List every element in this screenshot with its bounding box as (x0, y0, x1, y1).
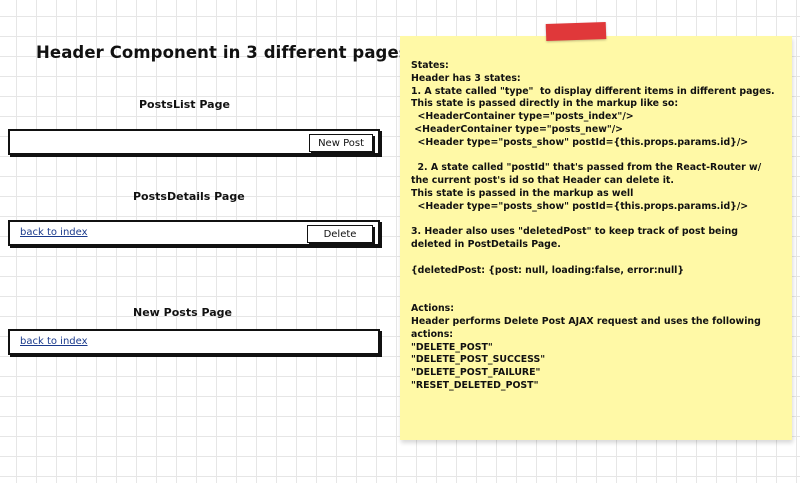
note-line: This state is passed directly in the mar… (411, 98, 679, 110)
sticky-note: States: Header has 3 states: 1. A state ca… (400, 36, 792, 440)
note-line: 1. A state called "type" to display diff… (411, 85, 775, 97)
note-line: "DELETE_POST_SUCCESS" (411, 354, 546, 366)
note-line (411, 214, 783, 227)
note-line: Actions: (411, 303, 454, 315)
note-line (411, 290, 783, 303)
new-post-button[interactable]: New Post (309, 134, 373, 152)
sticky-note-text: States: Header has 3 states: 1. A state ca… (411, 60, 783, 393)
note-line: {deletedPost: {post: null, loading:false… (411, 264, 685, 276)
header-mock-posts-list: New Post (8, 129, 380, 155)
note-line: <HeaderContainer type="posts_index"/> (411, 111, 634, 123)
note-line: 2. A state called "postId" that's passed… (411, 162, 762, 174)
note-line (411, 150, 783, 163)
diagram-title: Header Component in 3 different pages (36, 43, 409, 62)
back-to-index-link[interactable]: back to index (20, 227, 88, 238)
note-line: "DELETE_POST" (411, 341, 493, 353)
header-mock-posts-details: back to index Delete (8, 220, 380, 246)
header-mock-new-posts: back to index (8, 329, 380, 355)
note-line: "RESET_DELETED_POST" (411, 379, 539, 391)
back-to-index-link[interactable]: back to index (20, 336, 88, 347)
note-line: <Header type="posts_show" postId={this.p… (411, 200, 749, 212)
note-line: the current post's id so that Header can… (411, 175, 674, 187)
note-line: States: (411, 60, 449, 71)
note-line: <HeaderContainer type="posts_new"/> (411, 123, 624, 135)
note-line (411, 278, 783, 291)
note-line: Header performs Delete Post AJAX request… (411, 315, 761, 327)
page-label-new-posts: New Posts Page (133, 306, 232, 319)
tape-decoration (545, 21, 607, 42)
note-line: 3. Header also uses "deletedPost" to kee… (411, 226, 738, 238)
note-line: <Header type="posts_show" postId={this.p… (411, 136, 749, 148)
note-line (411, 252, 783, 265)
note-line: actions: (411, 328, 454, 340)
delete-button[interactable]: Delete (307, 225, 373, 243)
page-label-posts-list: PostsList Page (139, 98, 230, 111)
note-line: "DELETE_POST_FAILURE" (411, 367, 541, 379)
page-label-posts-details: PostsDetails Page (133, 190, 245, 203)
note-line: deleted in PostDetails Page. (411, 239, 561, 251)
note-line: This state is passed in the markup as we… (411, 187, 634, 199)
note-line: Header has 3 states: (411, 72, 521, 84)
